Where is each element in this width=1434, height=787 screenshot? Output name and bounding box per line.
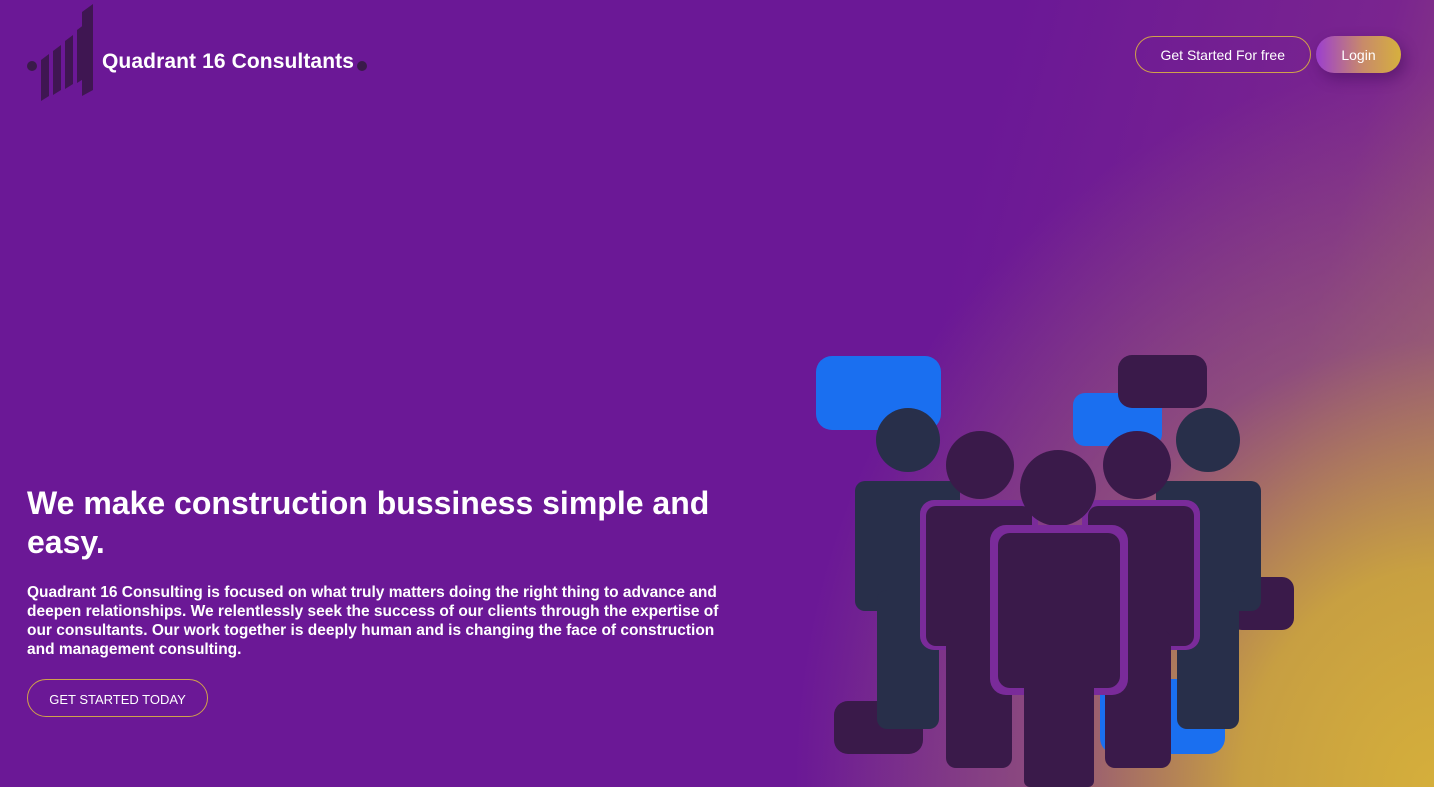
bar-chart-logo-icon (27, 4, 93, 101)
speech-bubble-dark-top (1118, 355, 1207, 408)
brand-logo[interactable]: Quadrant 16 Consultants (26, 4, 386, 104)
brand-name: Quadrant 16 Consultants (102, 50, 355, 73)
hero-description: Quadrant 16 Consulting is focused on wha… (27, 584, 719, 658)
brand-dot (357, 61, 367, 71)
get-started-free-button[interactable]: Get Started For free (1134, 36, 1311, 73)
get-started-today-button[interactable]: GET STARTED TODAY (27, 679, 208, 717)
header-nav: Get Started For free Login (1134, 36, 1401, 73)
login-button[interactable]: Login (1316, 36, 1401, 73)
team-people-speech-bubbles-illustration (816, 355, 1294, 787)
hero-title: We make construction bussiness simple an… (27, 485, 710, 560)
